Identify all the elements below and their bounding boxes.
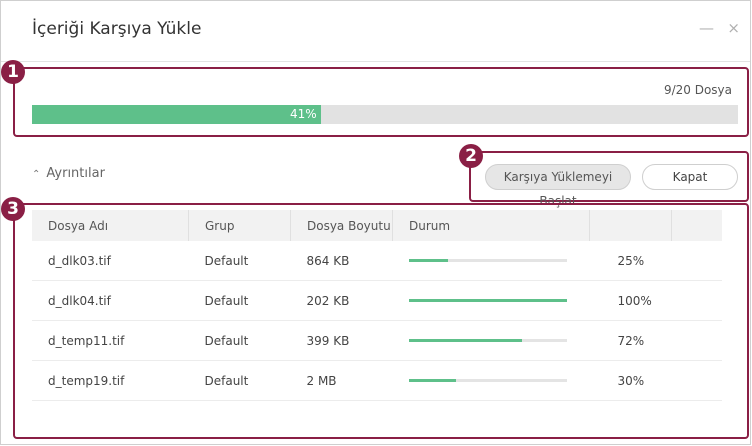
table-row[interactable]: d_dlk03.tif Default 864 KB 25% [32,241,722,281]
file-percent: 72% [589,320,672,361]
file-size: 399 KB [290,320,393,361]
file-progress-fill [408,339,523,342]
overall-progress-bar: 41% [32,105,738,124]
file-table: Dosya Adı Grup Dosya Boyutu Durum d_dlk0… [32,210,722,401]
column-header-extra [672,210,723,241]
file-percent: 30% [589,360,672,401]
file-progress-fill [408,299,567,302]
file-group: Default [188,320,291,361]
file-status [392,320,590,361]
file-status [392,280,590,321]
column-header-name[interactable]: Dosya Adı [32,210,189,241]
file-size: 864 KB [290,241,393,281]
close-icon[interactable]: × [727,19,740,37]
chevron-up-icon: ⌃ [32,169,41,180]
file-group: Default [188,241,291,281]
file-progress-fill [408,259,448,262]
close-button[interactable]: Kapat [642,164,738,190]
file-percent: 100% [589,280,672,321]
column-header-percent [589,210,672,241]
callout-box-1 [13,67,749,137]
file-progress-bar [408,339,567,342]
table-row[interactable]: d_temp19.tif Default 2 MB 30% [32,360,722,401]
row-spacer [671,320,722,361]
file-table-container: Dosya Adı Grup Dosya Boyutu Durum d_dlk0… [32,210,751,401]
dialog-titlebar: İçeriği Karşıya Yükle — × [1,1,750,62]
file-progress-fill [408,379,456,382]
table-row[interactable]: d_temp11.tif Default 399 KB 72% [32,320,722,361]
overall-progress-label: 41% [290,107,317,121]
file-name: d_temp11.tif [32,320,189,361]
file-name: d_dlk03.tif [32,241,189,281]
row-spacer [671,360,722,401]
file-percent: 25% [589,241,672,281]
row-spacer [671,280,722,321]
file-name: d_temp19.tif [32,360,189,401]
file-status [392,241,590,281]
callout-number-2: 2 [459,144,483,168]
file-progress-bar [408,379,567,382]
minimize-icon[interactable]: — [699,19,714,37]
file-name: d_dlk04.tif [32,280,189,321]
upload-dialog: İçeriği Karşıya Yükle — × 1 9/20 Dosya 4… [0,0,751,445]
column-header-size[interactable]: Dosya Boyutu [290,210,393,241]
details-toggle-label: Ayrıntılar [46,166,105,181]
column-header-status[interactable]: Durum [392,210,590,241]
file-count: 9/20 Dosya [663,83,732,97]
file-progress-bar [408,299,567,302]
file-group: Default [188,360,291,401]
file-size: 2 MB [290,360,393,401]
overall-progress-fill [32,105,322,124]
row-spacer [671,241,722,281]
file-group: Default [188,280,291,321]
column-header-group[interactable]: Grup [188,210,291,241]
file-status [392,360,590,401]
start-upload-button[interactable]: Karşıya Yüklemeyi Başlat [485,164,631,208]
file-progress-bar [408,259,567,262]
callout-number-3: 3 [1,197,25,221]
dialog-title: İçeriği Karşıya Yükle [32,19,202,39]
details-toggle[interactable]: ⌃ Ayrıntılar [32,166,105,181]
table-row[interactable]: d_dlk04.tif Default 202 KB 100% [32,280,722,321]
file-size: 202 KB [290,280,393,321]
table-header-row: Dosya Adı Grup Dosya Boyutu Durum [32,210,722,241]
callout-number-1: 1 [1,60,25,84]
